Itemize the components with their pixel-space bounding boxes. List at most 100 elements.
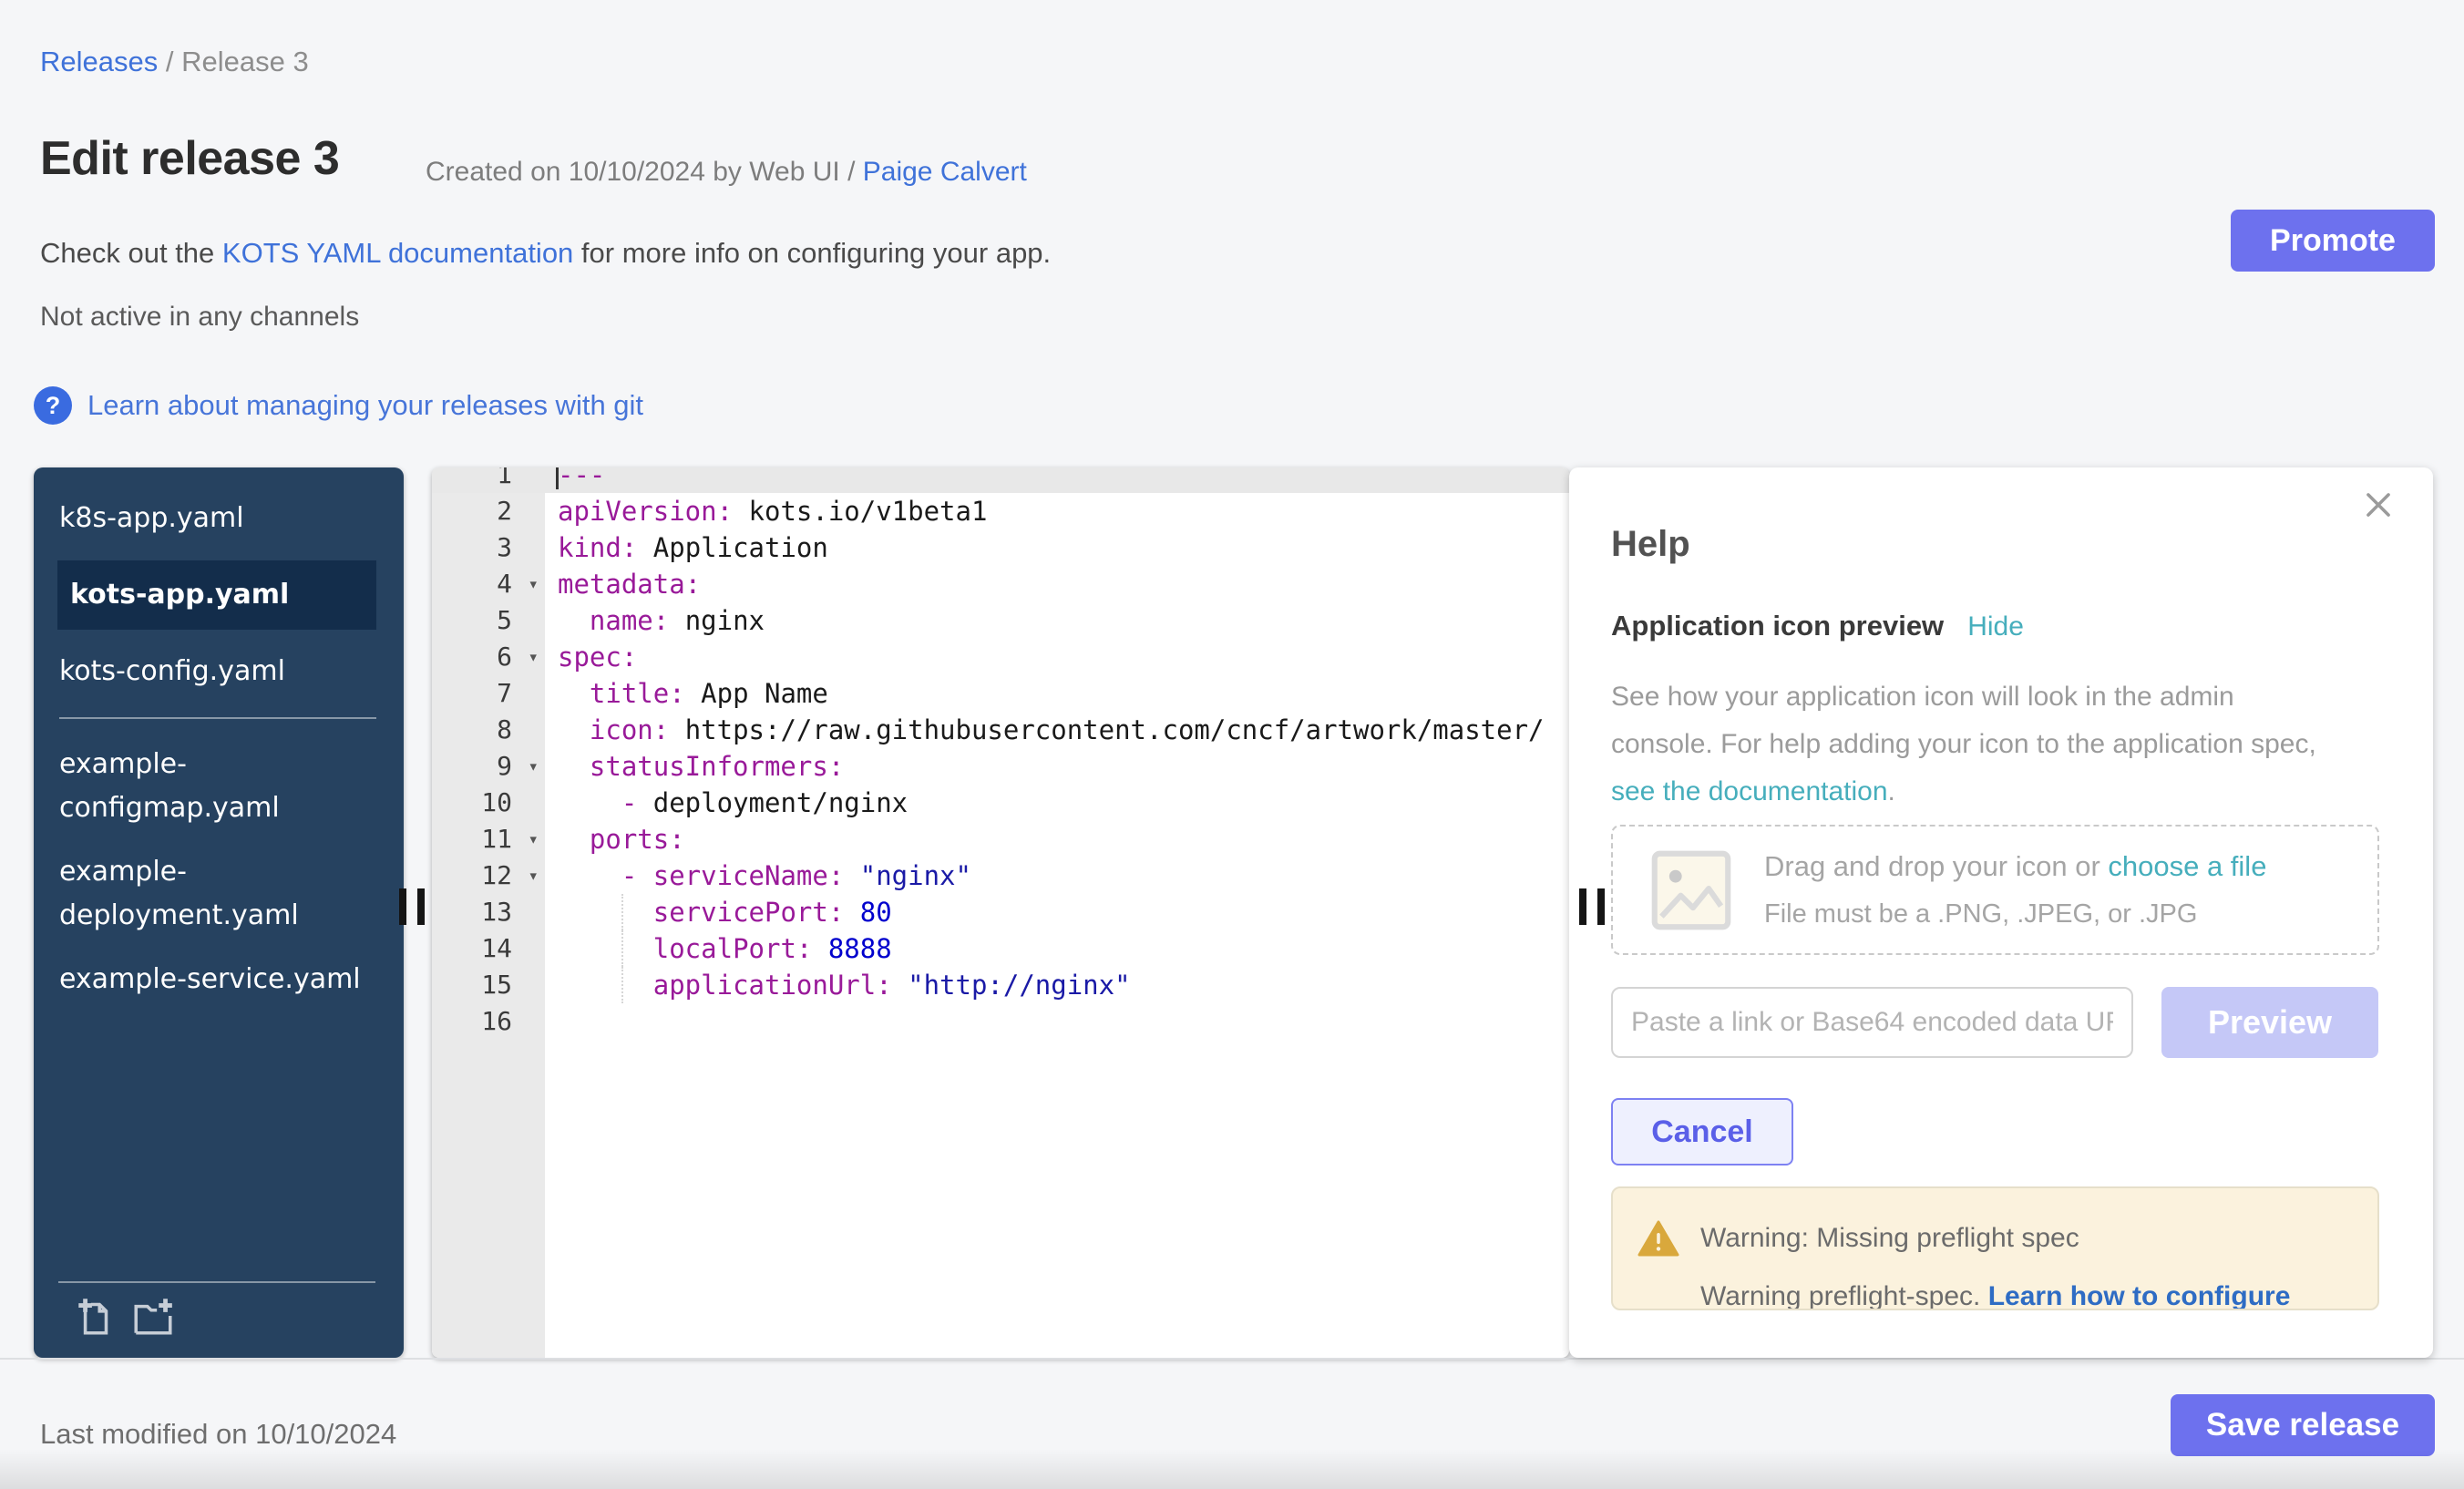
created-text: Created on 10/10/2024 by Web UI / — [426, 157, 863, 187]
close-icon[interactable] — [2361, 488, 2396, 522]
icon-url-input[interactable] — [1611, 987, 2133, 1058]
help-description-line: See how your application icon will look … — [1611, 673, 2316, 721]
code-line-2[interactable]: apiVersion: kots.io/v1beta1 — [545, 493, 1569, 529]
file-list-divider — [59, 717, 376, 719]
yaml-editor[interactable]: 1234▾56▾789▾1011▾12▾13141516 ---apiVersi… — [432, 467, 1569, 1358]
code-line-7[interactable]: title: App Name — [545, 675, 1569, 712]
file-sidebar: k8s-app.yaml kots-app.yaml kots-config.yam… — [34, 467, 404, 1358]
gutter-line-12: 12▾ — [432, 857, 545, 894]
fold-icon[interactable]: ▾ — [529, 748, 539, 785]
file-item-example-service.yaml[interactable]: example-service.yaml — [59, 958, 376, 1001]
code-line-13[interactable]: servicePort: 80 — [545, 894, 1569, 930]
code-line-15[interactable]: applicationUrl: "http://nginx" — [545, 967, 1569, 1003]
sidebar-bottom-divider — [58, 1281, 375, 1283]
hide-link[interactable]: Hide — [1967, 611, 2024, 642]
fold-icon[interactable]: ▾ — [529, 566, 539, 602]
add-folder-icon[interactable] — [130, 1293, 176, 1343]
sidebar-resize-handle[interactable] — [399, 888, 425, 925]
page-title: Edit release 3 — [40, 131, 339, 186]
help-resize-handle[interactable] — [1579, 888, 1605, 925]
gutter-line-10: 10 — [432, 785, 545, 821]
gutter-line-16: 16 — [432, 1003, 545, 1040]
last-modified: Last modified on 10/10/2024 — [40, 1418, 396, 1451]
doc-line-suffix: for more info on configuring your app. — [573, 237, 1051, 269]
gutter-line-4: 4▾ — [432, 566, 545, 602]
gutter-line-15: 15 — [432, 967, 545, 1003]
gutter-line-5: 5 — [432, 602, 545, 639]
save-release-button[interactable]: Save release — [2171, 1394, 2435, 1456]
code-line-16[interactable] — [545, 1003, 1569, 1040]
gutter-line-1: 1 — [432, 467, 545, 493]
file-item-kots-app.yaml[interactable]: kots-app.yaml — [57, 560, 376, 630]
indent-guide — [621, 930, 623, 967]
image-placeholder-icon — [1649, 848, 1733, 937]
footer-divider — [0, 1358, 2464, 1360]
promote-button[interactable]: Promote — [2231, 210, 2435, 272]
dropzone-requirements: File must be a .PNG, .JPEG, or .JPG — [1764, 899, 2197, 929]
icon-preview-section-header: Application icon preview Hide — [1611, 610, 2024, 642]
see-documentation-link[interactable]: see the documentation — [1611, 776, 1888, 806]
breadcrumb: Releases / Release 3 — [40, 46, 309, 78]
code-line-8[interactable]: icon: https://raw.githubusercontent.com/… — [545, 712, 1569, 748]
preview-button[interactable]: Preview — [2161, 987, 2378, 1058]
bottom-fade — [0, 1449, 2464, 1489]
breadcrumb-releases-link[interactable]: Releases — [40, 46, 158, 77]
gutter-line-7: 7 — [432, 675, 545, 712]
text-cursor — [556, 467, 559, 489]
fold-icon[interactable]: ▾ — [529, 639, 539, 675]
cancel-button[interactable]: Cancel — [1611, 1098, 1793, 1166]
created-by-link[interactable]: Paige Calvert — [863, 157, 1027, 187]
dropzone-text: Drag and drop your icon or choose a file — [1764, 850, 2266, 883]
section-title: Application icon preview — [1611, 610, 1944, 642]
code-line-1[interactable]: --- — [545, 467, 1569, 493]
created-meta: Created on 10/10/2024 by Web UI / Paige … — [426, 157, 1027, 188]
gutter-line-2: 2 — [432, 493, 545, 529]
code-line-9[interactable]: statusInformers: — [545, 748, 1569, 785]
code-line-5[interactable]: name: nginx — [545, 602, 1569, 639]
breadcrumb-current: Release 3 — [181, 46, 309, 77]
channel-status: Not active in any channels — [40, 302, 359, 333]
help-title: Help — [1611, 524, 1690, 565]
gutter-line-3: 3 — [432, 529, 545, 566]
code-line-6[interactable]: spec: — [545, 639, 1569, 675]
file-item-k8s-app.yaml[interactable]: k8s-app.yaml — [59, 497, 376, 540]
code-line-10[interactable]: - deployment/nginx — [545, 785, 1569, 821]
code-line-3[interactable]: kind: Application — [545, 529, 1569, 566]
gutter-line-6: 6▾ — [432, 639, 545, 675]
file-item-kots-config.yaml[interactable]: kots-config.yaml — [59, 650, 376, 693]
help-panel: Help Application icon preview Hide See h… — [1569, 467, 2433, 1358]
choose-file-link[interactable]: choose a file — [2108, 850, 2266, 882]
question-icon: ? — [34, 386, 72, 425]
editor-code-area[interactable]: ---apiVersion: kots.io/v1beta1kind: Appl… — [545, 467, 1569, 1358]
doc-line: Check out the KOTS YAML documentation fo… — [40, 237, 1051, 270]
breadcrumb-separator: / — [166, 46, 174, 77]
learn-configure-link[interactable]: Learn how to configure — [1988, 1281, 2291, 1310]
file-item-example-configmap.yaml[interactable]: example-configmap.yaml — [59, 743, 376, 830]
gutter-line-11: 11▾ — [432, 821, 545, 857]
sidebar-actions — [72, 1293, 176, 1343]
indent-guide — [621, 894, 623, 930]
doc-line-prefix: Check out the — [40, 237, 222, 269]
file-item-example-deployment.yaml[interactable]: example-deployment.yaml — [59, 850, 376, 938]
help-description-line: console. For help adding your icon to th… — [1611, 721, 2316, 768]
warning-title: Warning: Missing preflight spec — [1700, 1223, 2079, 1254]
icon-dropzone[interactable]: Drag and drop your icon or choose a file… — [1611, 825, 2379, 955]
editor-gutter: 1234▾56▾789▾1011▾12▾13141516 — [432, 467, 545, 1358]
warning-detail: Warning preflight-spec. Learn how to con… — [1700, 1281, 2290, 1310]
file-list: k8s-app.yaml kots-app.yaml kots-config.yam… — [34, 467, 404, 1001]
code-line-4[interactable]: metadata: — [545, 566, 1569, 602]
page: Releases / Release 3 Edit release 3 Crea… — [0, 0, 2464, 1489]
fold-icon[interactable]: ▾ — [529, 857, 539, 894]
preflight-warning: Warning: Missing preflight spec Warning … — [1611, 1186, 2379, 1310]
add-file-icon[interactable] — [72, 1293, 118, 1343]
help-description: See how your application icon will look … — [1611, 673, 2316, 816]
gutter-line-13: 13 — [432, 894, 545, 930]
fold-icon[interactable]: ▾ — [529, 821, 539, 857]
git-help-link[interactable]: Learn about managing your releases with … — [87, 389, 643, 422]
gutter-line-14: 14 — [432, 930, 545, 967]
code-line-14[interactable]: localPort: 8888 — [545, 930, 1569, 967]
code-line-11[interactable]: ports: — [545, 821, 1569, 857]
code-line-12[interactable]: - serviceName: "nginx" — [545, 857, 1569, 894]
kots-yaml-doc-link[interactable]: KOTS YAML documentation — [222, 237, 573, 269]
indent-guide — [621, 967, 623, 1003]
